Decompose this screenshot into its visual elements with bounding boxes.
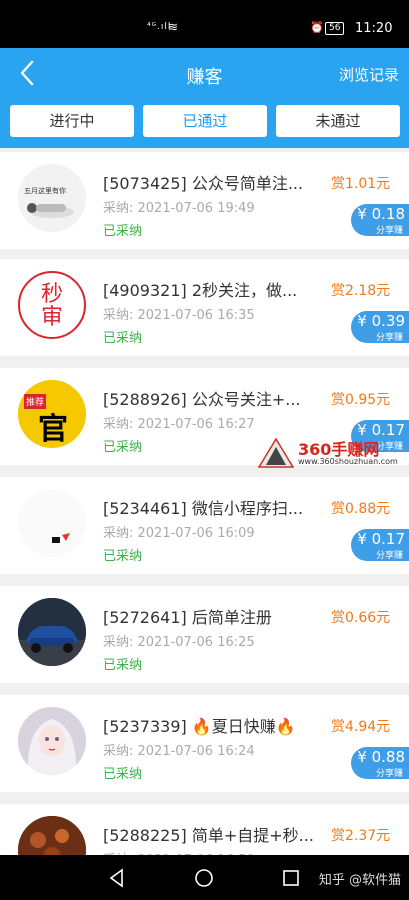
task-adopted-date: 采纳: 2021-07-06 19:49	[103, 201, 255, 216]
share-earn-button[interactable]: ¥ 0.39 分享赚	[351, 311, 409, 343]
task-status: 已采纳	[103, 224, 143, 239]
share-label: 分享赚	[375, 769, 403, 779]
task-avatar	[18, 707, 86, 775]
task-reward: 赏4.94元	[331, 719, 391, 735]
share-label: 分享赚	[375, 333, 403, 343]
tab-in-progress[interactable]: 进行中	[10, 105, 134, 137]
car-photo-image	[18, 598, 86, 666]
task-status: 已采纳	[103, 549, 143, 564]
share-amount: ¥ 0.18	[357, 205, 405, 223]
task-adopted-date: 采纳: 2021-07-06 16:25	[103, 635, 255, 650]
task-card[interactable]: [5237339] 🔥夏日快赚🔥 采纳: 2021-07-06 16:24 已采…	[0, 695, 409, 792]
task-status: 已采纳	[103, 440, 143, 455]
wifi-icon: ≋	[168, 20, 179, 34]
task-adopted-date: 采纳: 2021-07-06 16:35	[103, 308, 255, 323]
share-earn-button[interactable]: ¥ 0.88 分享赚	[351, 747, 409, 779]
browse-history-link[interactable]: 浏览记录	[339, 64, 399, 85]
watermark-logo-icon	[258, 438, 294, 468]
task-avatar: 秒审	[18, 271, 86, 339]
task-status: 已采纳	[103, 331, 143, 346]
tab-bar: 进行中 已通过 未通过	[0, 100, 409, 148]
status-bar: ⁴ᴳ.ıll ≋ ⏰ 56 11:20	[0, 0, 409, 48]
task-reward: 赏0.66元	[331, 610, 391, 626]
task-avatar: 推荐 官	[18, 380, 86, 448]
share-earn-button[interactable]: ¥ 0.18 分享赚	[351, 204, 409, 236]
clock: 11:20	[355, 21, 393, 36]
tab-rejected[interactable]: 未通过	[276, 105, 400, 137]
task-reward: 赏0.95元	[331, 392, 391, 408]
task-reward: 赏0.88元	[331, 501, 391, 517]
task-status: 已采纳	[103, 767, 143, 782]
tab-approved[interactable]: 已通过	[143, 105, 267, 137]
nav-back-icon[interactable]	[106, 867, 128, 889]
share-label: 分享赚	[375, 551, 403, 561]
task-title: [5073425] 公众号简单注...	[103, 174, 304, 193]
task-status: 已采纳	[103, 658, 143, 673]
task-reward: 赏2.18元	[331, 283, 391, 299]
watermark-url: www.360shouzhuan.com	[298, 457, 398, 466]
source-credit: 知乎 @软件猫	[318, 873, 401, 888]
task-reward: 赏1.01元	[331, 176, 391, 192]
sleeping-person-image	[18, 164, 86, 232]
task-adopted-date: 采纳: 2021-07-06 16:27	[103, 417, 255, 432]
avatar-caption: 五月这里有你	[24, 187, 66, 195]
task-adopted-date: 采纳: 2021-07-06 16:24	[103, 744, 255, 759]
task-card[interactable]: 五月这里有你 [5073425] 公众号简单注... 采纳: 2021-07-0…	[0, 152, 409, 249]
task-avatar: 五月这里有你	[18, 164, 86, 232]
nav-home-icon[interactable]	[193, 867, 215, 889]
share-earn-button[interactable]: ¥ 0.17 分享赚	[351, 529, 409, 561]
task-card[interactable]: 秒审 [4909321] 2秒关注，做... 采纳: 2021-07-06 16…	[0, 259, 409, 356]
avatar-logo-text: 秒审	[40, 282, 63, 330]
task-title: [4909321] 2秒关注，做...	[103, 281, 298, 300]
share-label: 分享赚	[375, 226, 403, 236]
share-amount: ¥ 0.17	[357, 530, 405, 548]
anime-girl-image	[18, 707, 86, 775]
share-amount: ¥ 0.88	[357, 748, 405, 766]
nav-recents-icon[interactable]	[280, 867, 302, 889]
task-title: [5272641] 后简单注册	[103, 608, 272, 627]
task-avatar	[18, 598, 86, 666]
task-avatar	[18, 489, 86, 557]
task-adopted-date: 采纳: 2021-07-06 16:09	[103, 526, 255, 541]
task-title: [5237339] 🔥夏日快赚🔥	[103, 717, 296, 736]
watermark: 360手赚网 www.360shouzhuan.com	[256, 434, 406, 470]
task-card[interactable]: [5234461] 微信小程序扫... 采纳: 2021-07-06 16:09…	[0, 477, 409, 574]
app-logo-image	[52, 533, 70, 543]
task-title: [5234461] 微信小程序扫...	[103, 499, 304, 518]
alarm-icon: ⏰	[310, 21, 324, 34]
avatar-logo-text: 官	[38, 412, 68, 447]
task-title: [5288225] 简单+自提+秒...	[103, 826, 314, 845]
task-card[interactable]: [5272641] 后简单注册 采纳: 2021-07-06 16:25 已采纳…	[0, 586, 409, 683]
app-header: 赚客 浏览记录	[0, 48, 409, 100]
task-reward: 赏2.37元	[331, 828, 391, 844]
share-amount: ¥ 0.39	[357, 312, 405, 330]
battery-icon: 56	[325, 22, 345, 35]
system-nav-bar: 知乎 @软件猫	[0, 855, 409, 900]
task-title: [5288926] 公众号关注+...	[103, 390, 301, 409]
